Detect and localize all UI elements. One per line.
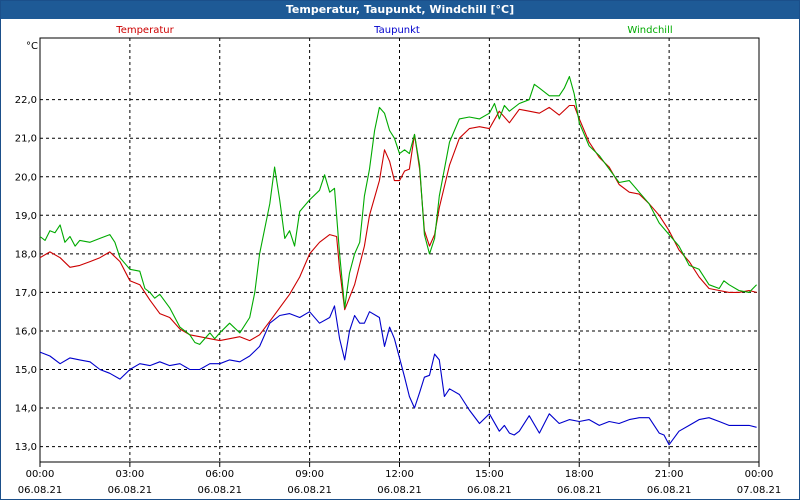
y-tick-label: 19,0 [15, 211, 37, 222]
x-axis-ticks: 00:00 06.08.21 03:00 06.08.21 06:00 06.08.21 0… [18, 462, 782, 496]
legend-entry-temperatur: Temperatur [115, 25, 174, 36]
x-tick-time: 00:00 [745, 469, 774, 480]
x-tick-date: 07.08.21 [737, 485, 782, 496]
chart-svg: 13,0 14,0 15,0 16,0 17,0 18,0 19,0 20,0 21,0 22,0… [15, 25, 782, 496]
y-tick-label: 18,0 [15, 249, 37, 260]
x-tick-date: 06.08.21 [647, 485, 692, 496]
x-tick-date: 06.08.21 [197, 485, 242, 496]
series-line-taupunkt [39, 305, 757, 446]
x-tick-time: 15:00 [475, 469, 504, 480]
series-line-windchill [39, 75, 757, 345]
legend: Temperatur Taupunkt Windchill [115, 25, 672, 36]
x-tick-time: 12:00 [385, 469, 414, 480]
x-tick-date: 06.08.21 [557, 485, 602, 496]
x-tick-date: 06.08.21 [108, 485, 153, 496]
y-tick-label: 20,0 [15, 172, 37, 183]
y-axis-unit-label: °C [26, 41, 38, 52]
x-tick-time: 06:00 [205, 469, 234, 480]
series-line-temperatur [39, 104, 757, 342]
y-tick-label: 15,0 [15, 365, 37, 376]
x-tick-date: 06.08.21 [18, 485, 63, 496]
y-tick-label: 17,0 [15, 288, 37, 299]
x-tick-date: 06.08.21 [467, 485, 512, 496]
legend-entry-windchill: Windchill [627, 25, 672, 36]
y-tick-label: 13,0 [15, 442, 37, 453]
x-tick-time: 09:00 [295, 469, 324, 480]
x-tick-date: 06.08.21 [287, 485, 332, 496]
y-tick-label: 22,0 [15, 95, 37, 106]
x-tick-time: 03:00 [115, 469, 144, 480]
x-tick-date: 06.08.21 [377, 485, 422, 496]
x-tick-time: 18:00 [565, 469, 594, 480]
y-tick-label: 14,0 [15, 404, 37, 415]
y-tick-label: 21,0 [15, 134, 37, 145]
y-tick-label: 16,0 [15, 326, 37, 337]
y-axis-ticks: 13,0 14,0 15,0 16,0 17,0 18,0 19,0 20,0 21,0 22,0 [15, 95, 37, 453]
x-tick-time: 21:00 [655, 469, 684, 480]
grid-layer [40, 38, 759, 462]
series-layer [39, 75, 757, 446]
legend-entry-taupunkt: Taupunkt [373, 25, 420, 36]
x-tick-time: 00:00 [26, 469, 55, 480]
